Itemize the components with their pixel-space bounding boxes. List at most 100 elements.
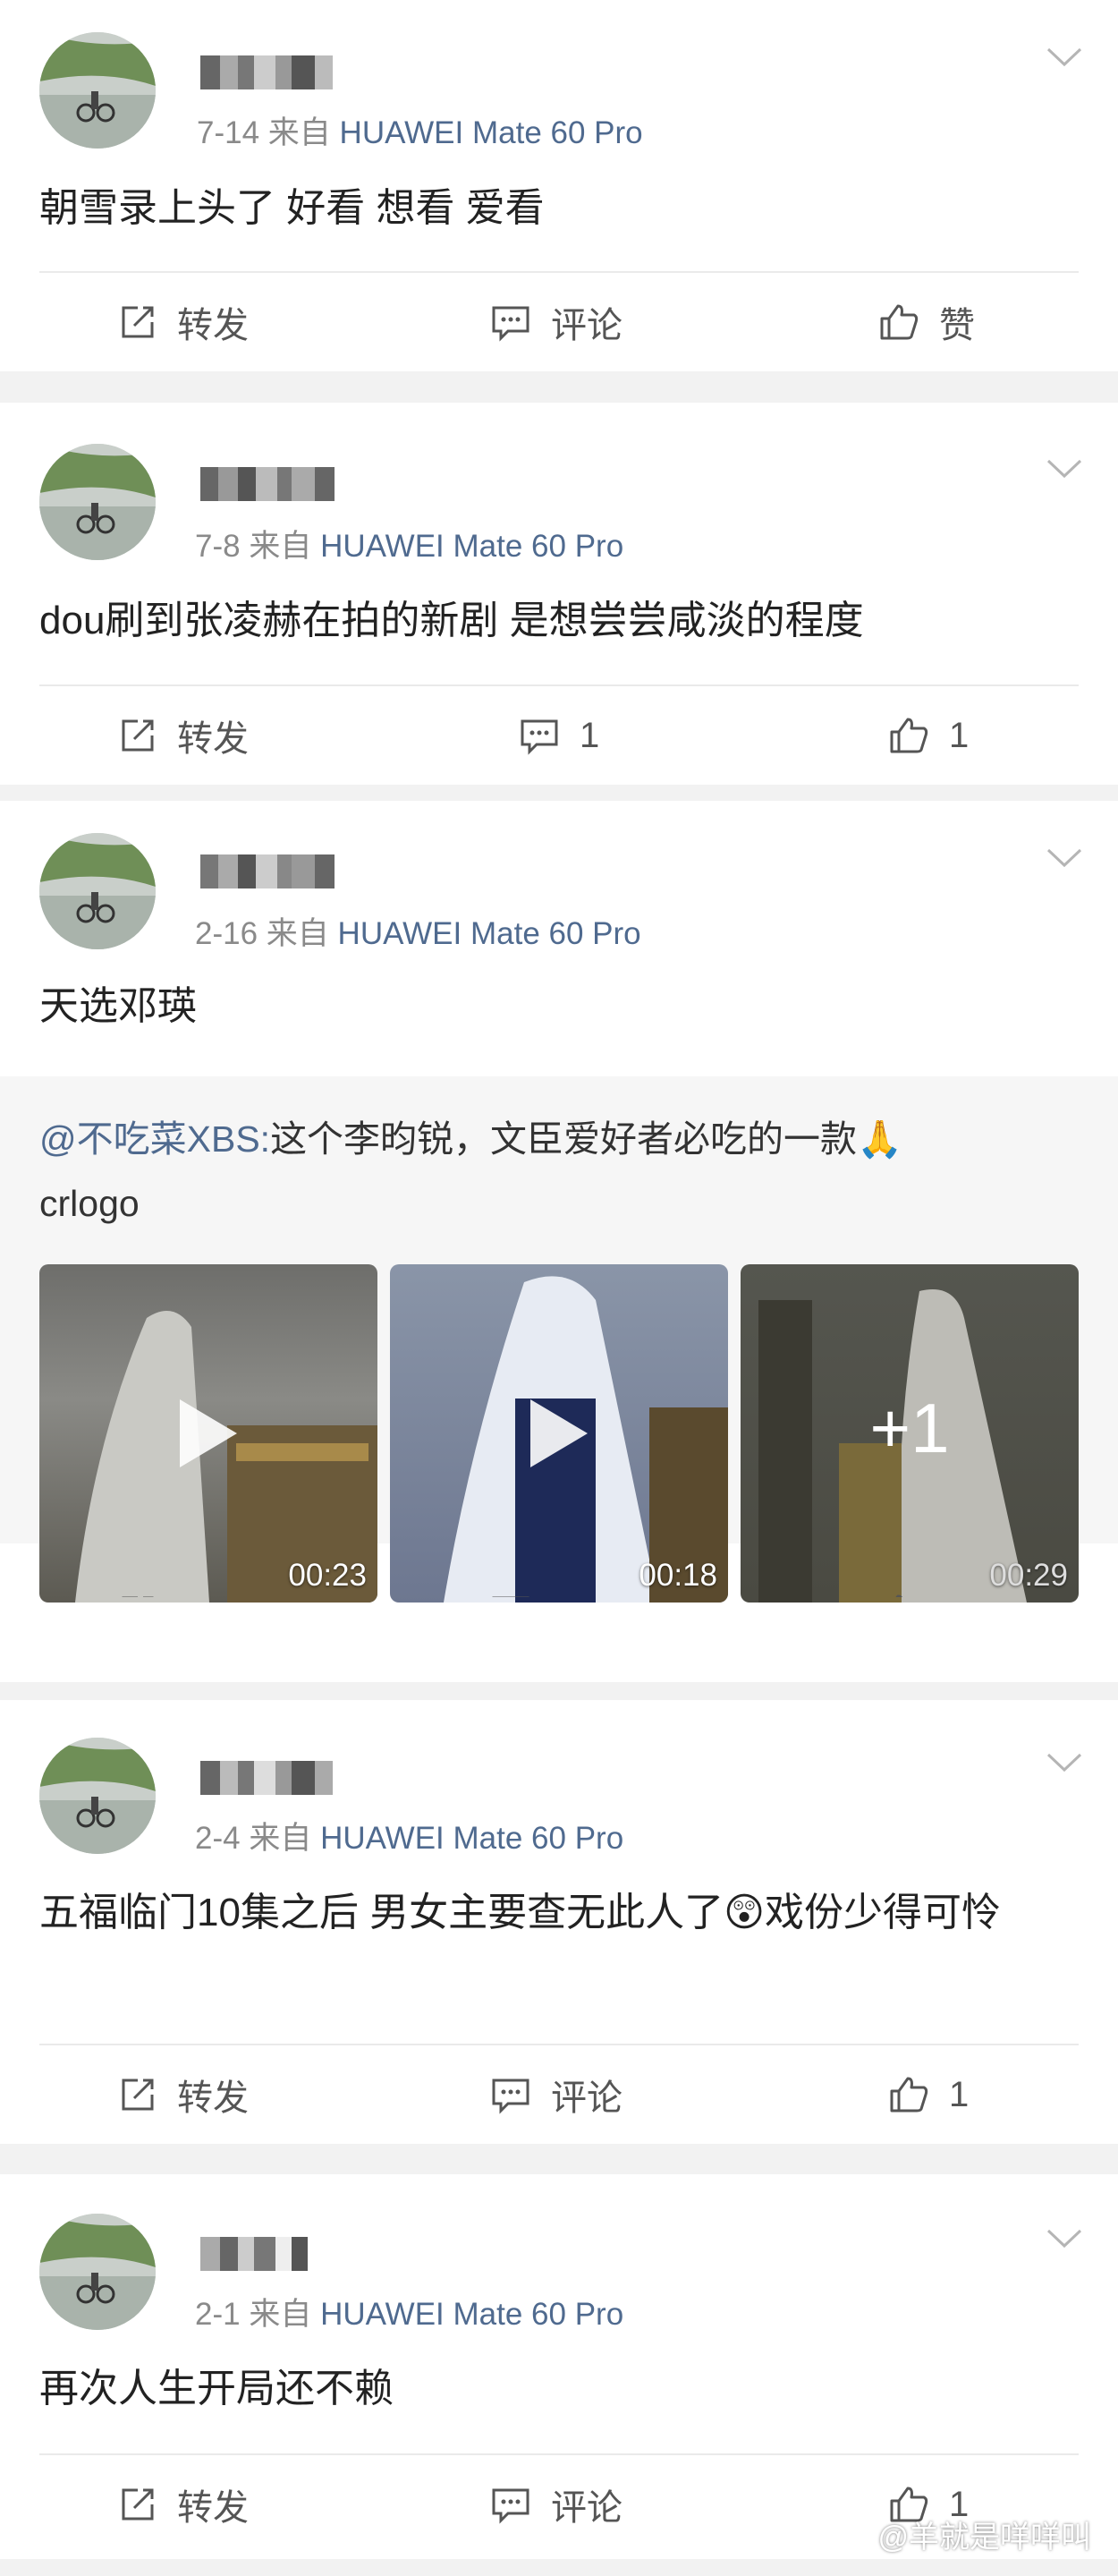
watermark: @羊就是咩咩叫 xyxy=(836,2512,1091,2556)
post-date: 2-1 xyxy=(195,2297,241,2332)
post-via: 来自 xyxy=(266,916,329,951)
post-via: 来自 xyxy=(249,2297,312,2332)
post-text: 天选邓瑛 xyxy=(39,984,197,1028)
thumbs-up-icon xyxy=(895,1594,902,1597)
thumbs-up-icon xyxy=(890,718,928,753)
like-count: 1 xyxy=(949,2074,970,2114)
repost-button[interactable]: 转发 xyxy=(118,1563,249,1597)
post-device[interactable]: HUAWEI Mate 60 Pro xyxy=(340,115,643,150)
thumbs-up-icon xyxy=(890,2077,928,2113)
chevron-down-icon[interactable] xyxy=(1046,458,1082,480)
repost-button[interactable]: 转发 xyxy=(118,2455,249,2554)
thumbs-up-icon xyxy=(880,304,919,340)
repost-label: 转发 xyxy=(177,1586,249,1597)
quoted-text: @不吃菜XBS:这个李昀锐，文臣爱好者必吃的一款🙏 crlogo xyxy=(39,1107,1079,1236)
chevron-down-icon[interactable] xyxy=(1046,847,1082,869)
post-text: 五福临门10集之后 男女主要查无此人了😲戏份少得可怜 xyxy=(39,1891,1002,1934)
play-icon xyxy=(180,1399,237,1467)
comment-button[interactable]: 评论 xyxy=(490,2045,623,2144)
post-text: dou刷到张凌赫在拍的新剧 是想尝尝咸淡的程度 xyxy=(39,599,864,642)
like-count: 1 xyxy=(949,715,970,755)
post-actions: 转发 1 1 xyxy=(0,686,1118,785)
chevron-down-icon[interactable] xyxy=(1046,1752,1082,1773)
repost-label: 转发 xyxy=(177,2488,249,2528)
username-blurred[interactable] xyxy=(200,55,352,89)
comment-button[interactable]: 评论 xyxy=(490,273,623,371)
post-meta: 7-8 来自 HUAWEI Mate 60 Pro xyxy=(195,521,623,566)
like-button[interactable]: 1 xyxy=(888,2045,969,2144)
repost-icon xyxy=(122,719,154,752)
weibo-post: 2-1 来自 HUAWEI Mate 60 Pro 再次人生开局还不赖 转发 评… xyxy=(0,2174,1118,2559)
avatar[interactable] xyxy=(39,444,156,560)
username-blurred[interactable] xyxy=(200,1761,352,1795)
repost-label: 转发 xyxy=(177,2079,249,2118)
chevron-down-icon[interactable] xyxy=(1046,2228,1082,2249)
comment-label: 评论 xyxy=(551,2079,623,2118)
comment-icon xyxy=(492,306,529,342)
comment-button[interactable]: 1 xyxy=(519,686,599,785)
chevron-down-icon[interactable] xyxy=(1046,47,1082,68)
post-date: 2-16 xyxy=(195,916,258,951)
repost-icon xyxy=(122,306,154,338)
comment-icon xyxy=(492,2079,529,2114)
play-icon xyxy=(530,1399,588,1467)
post-actions: 转发 评论 赞 xyxy=(0,1543,1118,1597)
weibo-post: 2-4 来自 HUAWEI Mate 60 Pro 五福临门10集之后 男女主要… xyxy=(0,1700,1118,2144)
post-text: 再次人生开局还不赖 xyxy=(39,2367,394,2410)
post-actions: 转发 评论 1 xyxy=(0,2045,1118,2144)
watermark-text: @羊就是咩咩叫 xyxy=(877,2521,1091,2555)
post-device[interactable]: HUAWEI Mate 60 Pro xyxy=(320,1821,623,1856)
repost-button[interactable]: 转发 xyxy=(118,2045,249,2144)
post-text: 朝雪录上头了 好看 想看 爱看 xyxy=(39,186,545,230)
post-device[interactable]: HUAWEI Mate 60 Pro xyxy=(338,916,641,951)
avatar[interactable] xyxy=(39,32,156,149)
repost-icon xyxy=(122,1596,154,1597)
like-button[interactable]: 赞 xyxy=(878,273,975,371)
more-videos-count: +1 xyxy=(869,1389,950,1467)
like-button[interactable]: 1 xyxy=(888,686,969,785)
weibo-post: 2-16 来自 HUAWEI Mate 60 Pro 天选邓瑛 @不吃菜XBS:… xyxy=(0,801,1118,1682)
post-meta: 2-4 来自 HUAWEI Mate 60 Pro xyxy=(195,1813,623,1858)
comment-label: 评论 xyxy=(551,2488,623,2528)
repost-button[interactable]: 转发 xyxy=(118,686,249,785)
repost-button[interactable]: 转发 xyxy=(118,273,249,371)
post-via: 来自 xyxy=(249,1821,312,1856)
quoted-body: 这个李昀锐，文臣爱好者必吃的一款🙏 xyxy=(270,1118,903,1160)
repost-label: 转发 xyxy=(177,719,249,759)
comment-label: 评论 xyxy=(551,1586,623,1597)
comment-icon xyxy=(492,1596,529,1597)
comment-button[interactable]: 评论 xyxy=(490,1563,623,1597)
post-via: 来自 xyxy=(249,529,312,564)
quoted-post[interactable]: @不吃菜XBS:这个李昀锐，文臣爱好者必吃的一款🙏 crlogo 00:23 0… xyxy=(0,1076,1118,1603)
post-device[interactable]: HUAWEI Mate 60 Pro xyxy=(320,529,623,564)
username-blurred[interactable] xyxy=(200,467,352,501)
post-date: 7-8 xyxy=(195,529,241,564)
avatar[interactable] xyxy=(39,833,156,949)
post-date: 2-4 xyxy=(195,1821,241,1856)
repost-label: 转发 xyxy=(177,306,249,345)
comment-icon xyxy=(521,719,558,755)
quoted-body-line2: crlogo xyxy=(39,1183,140,1224)
weibo-post: 7-14 来自 HUAWEI Mate 60 Pro 朝雪录上头了 好看 想看 … xyxy=(0,0,1118,371)
weibo-post: 7-8 来自 HUAWEI Mate 60 Pro dou刷到张凌赫在拍的新剧 … xyxy=(0,403,1118,785)
post-actions: 转发 评论 赞 xyxy=(0,273,1118,371)
quoted-user-mention[interactable]: @不吃菜XBS: xyxy=(39,1118,270,1160)
repost-icon xyxy=(122,2079,154,2111)
comment-count: 1 xyxy=(580,715,600,755)
weibo-logo-icon xyxy=(836,2521,871,2548)
post-date: 7-14 xyxy=(197,115,260,150)
post-device[interactable]: HUAWEI Mate 60 Pro xyxy=(320,2297,623,2332)
comment-button[interactable]: 评论 xyxy=(490,2455,623,2554)
username-blurred[interactable] xyxy=(200,2237,352,2271)
avatar[interactable] xyxy=(39,2214,156,2330)
post-meta: 2-1 来自 HUAWEI Mate 60 Pro xyxy=(195,2289,623,2334)
post-meta: 2-16 来自 HUAWEI Mate 60 Pro xyxy=(195,908,641,954)
comment-icon xyxy=(492,2488,529,2524)
username-blurred[interactable] xyxy=(200,854,352,888)
like-button[interactable]: 赞 xyxy=(878,1563,975,1597)
like-label: 赞 xyxy=(939,306,975,345)
post-via: 来自 xyxy=(267,115,331,150)
repost-icon xyxy=(122,2488,154,2521)
like-label: 赞 xyxy=(939,1586,975,1597)
avatar[interactable] xyxy=(39,1738,156,1854)
